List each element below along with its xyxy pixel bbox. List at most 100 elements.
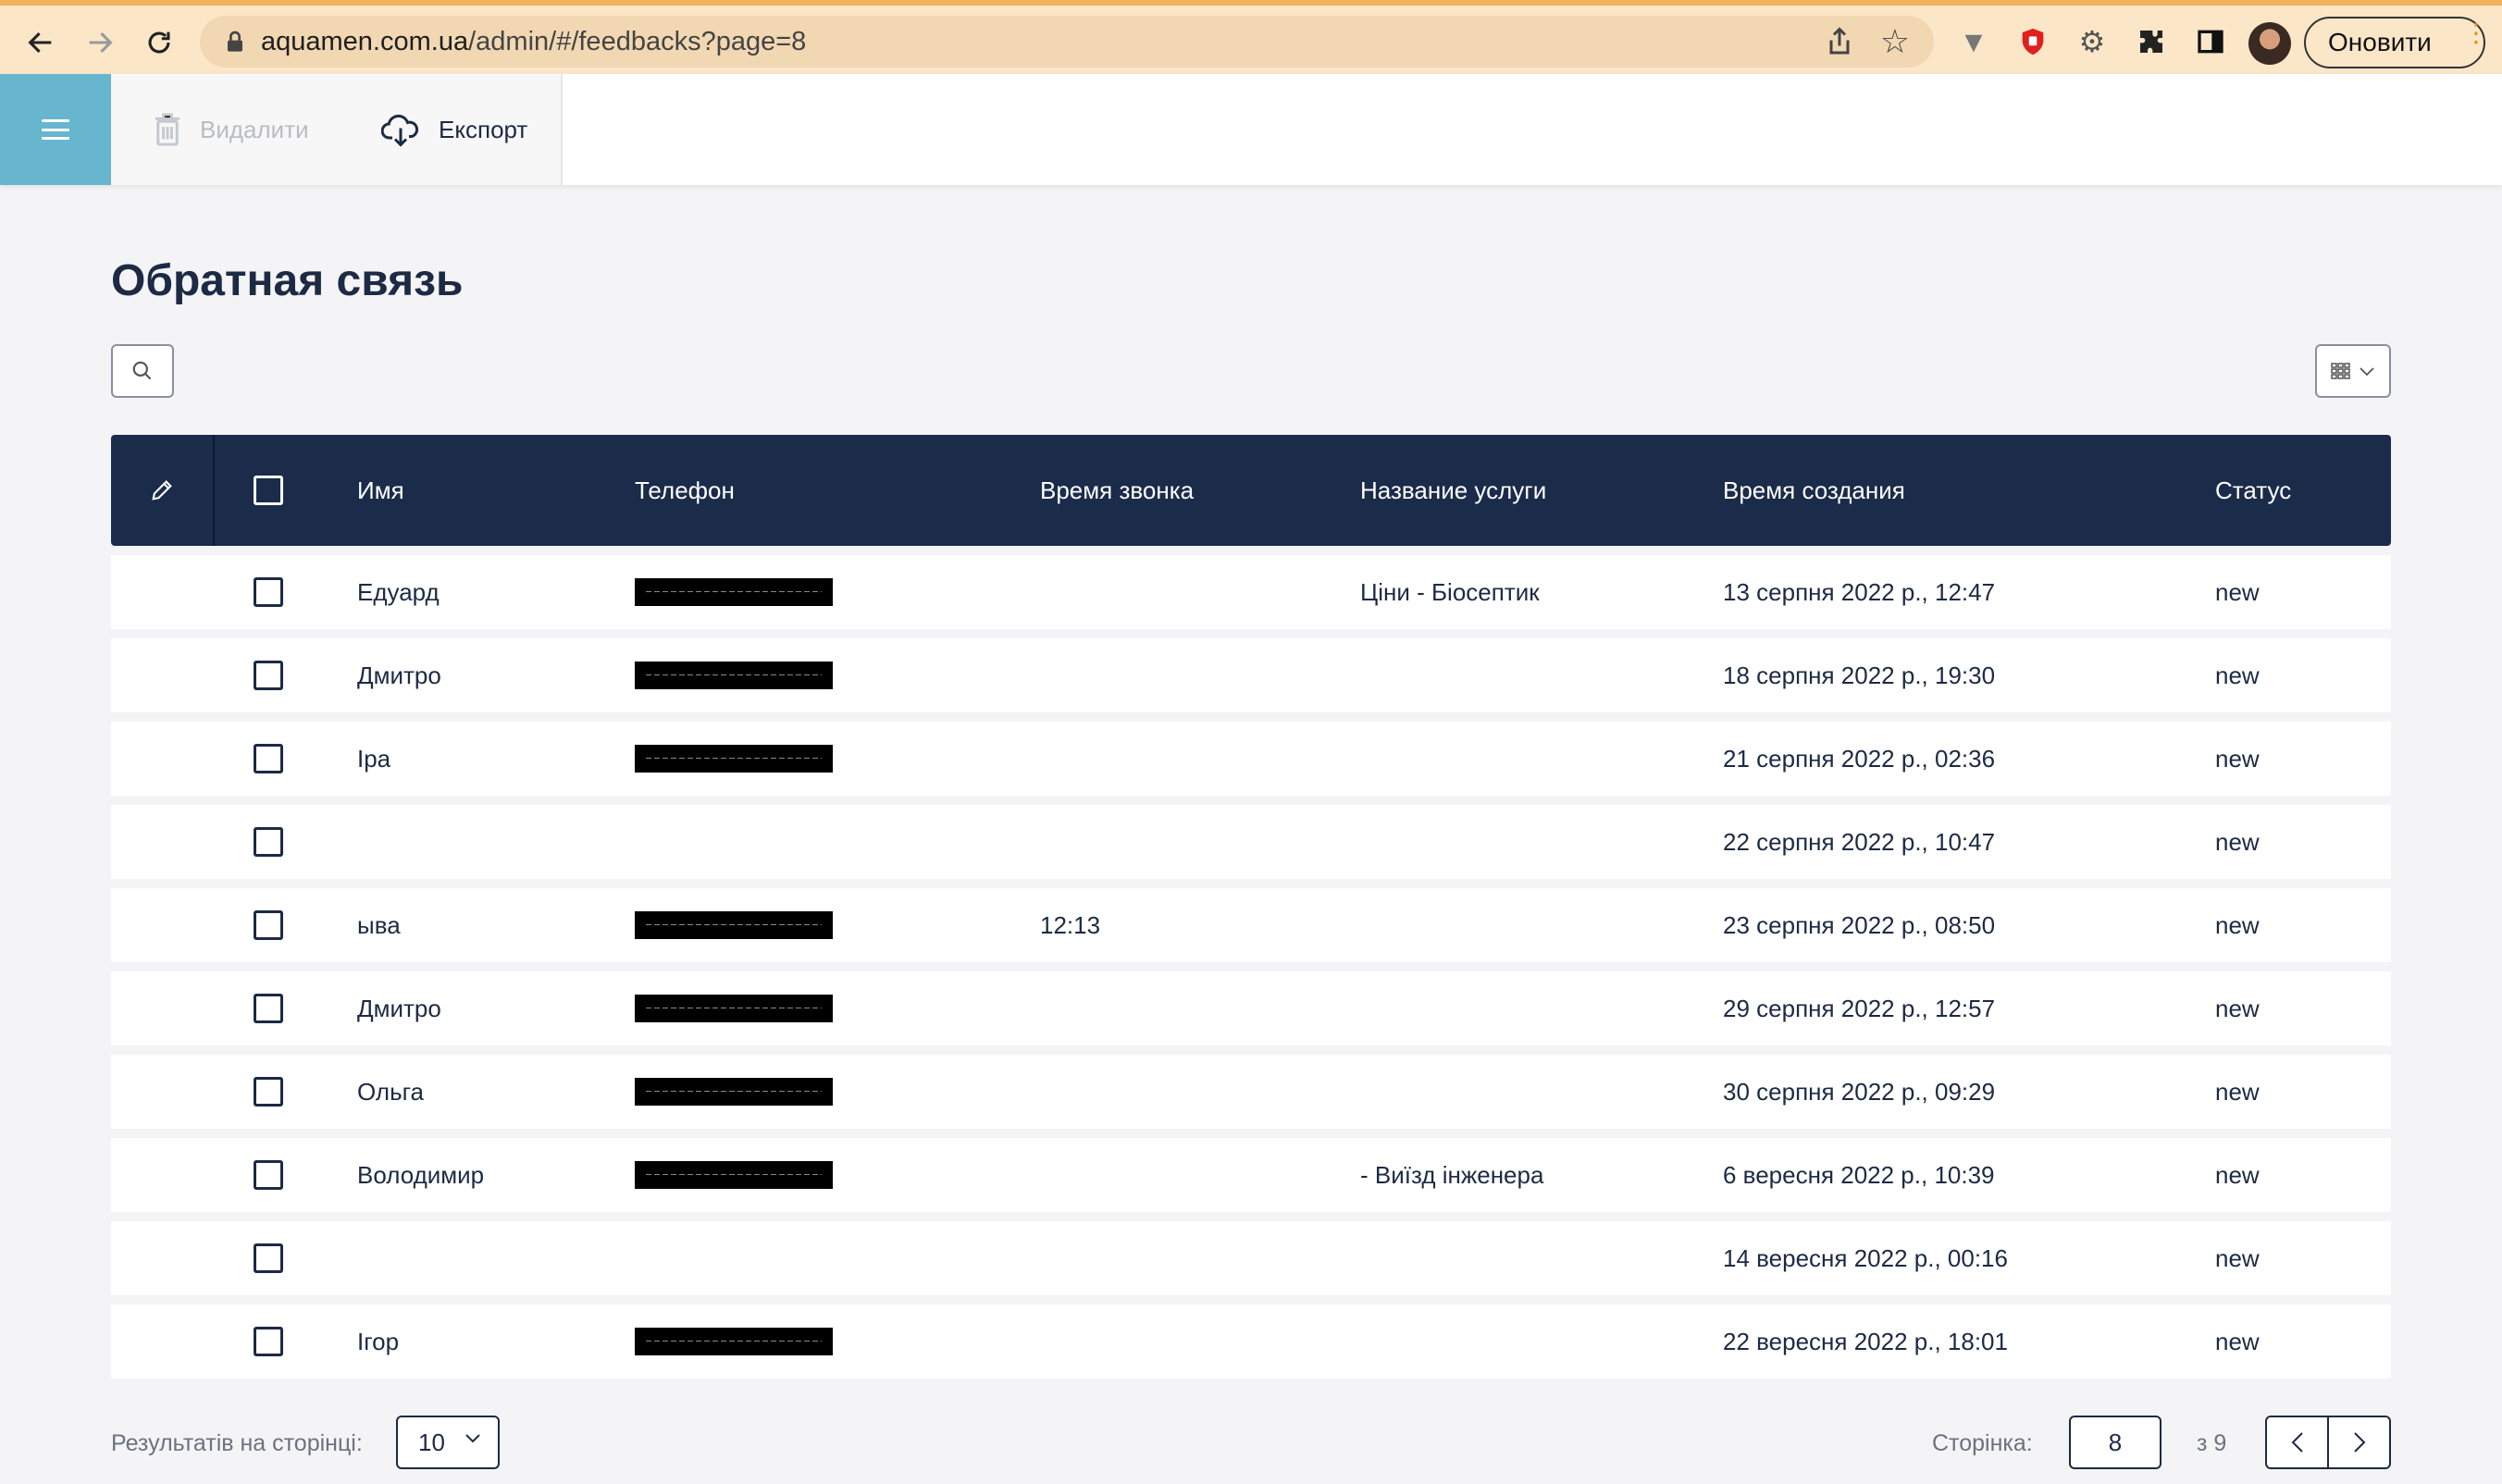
cell-status: new bbox=[2215, 910, 2260, 939]
row-checkbox[interactable] bbox=[254, 744, 283, 773]
row-checkbox-cell bbox=[254, 555, 283, 629]
columns-toggle-button[interactable] bbox=[2315, 344, 2391, 398]
page-number-input[interactable]: 8 bbox=[2069, 1416, 2161, 1469]
cell-created: 30 серпня 2022 р., 09:29 bbox=[1723, 1077, 1996, 1106]
table-row[interactable]: Володимир - Виїзд інженера 6 вересня 2022 … bbox=[111, 1138, 2391, 1212]
table-row[interactable]: Ольга 30 серпня 2022 р., 09:29 new bbox=[111, 1055, 2391, 1129]
row-checkbox-cell bbox=[254, 1138, 283, 1212]
table-body: Едуард Ціни - Біосептик 13 серпня 2022 р.,… bbox=[111, 555, 2391, 1379]
table-row[interactable]: Дмитро 18 серпня 2022 р., 19:30 new bbox=[111, 638, 2391, 712]
cell-phone bbox=[635, 971, 833, 1045]
cell-status: new bbox=[2215, 1077, 2260, 1106]
table-row[interactable]: 14 вересня 2022 р., 00:16 new bbox=[111, 1221, 2391, 1295]
share-icon[interactable] bbox=[1823, 25, 1856, 58]
total-pages: з 9 bbox=[2197, 1430, 2227, 1456]
select-all-checkbox[interactable] bbox=[254, 476, 283, 505]
cell-created: 13 серпня 2022 р., 12:47 bbox=[1723, 577, 1996, 606]
delete-button[interactable]: Видалити bbox=[154, 74, 309, 185]
pagination-bar: Результатів на сторінці: 10 Сторінка: 8 … bbox=[0, 1416, 2502, 1484]
cell-status: new bbox=[2215, 1160, 2260, 1189]
cell-created: 6 вересня 2022 р., 10:39 bbox=[1723, 1160, 1995, 1189]
extension-shield-icon[interactable] bbox=[2013, 22, 2052, 61]
back-button[interactable] bbox=[17, 19, 65, 67]
table-row[interactable]: Іра 21 серпня 2022 р., 02:36 new bbox=[111, 722, 2391, 796]
header-service[interactable]: Название услуги bbox=[1360, 435, 1546, 546]
cell-name: Ігор bbox=[357, 1327, 400, 1355]
address-bar[interactable]: aquamen.com.ua/admin/#/feedbacks?page=8 … bbox=[200, 16, 1934, 68]
page-title: Обратная связь bbox=[111, 256, 464, 305]
next-page-button[interactable] bbox=[2329, 1417, 2389, 1467]
search-icon bbox=[132, 361, 152, 380]
arrow-right-icon bbox=[89, 31, 113, 54]
select-all-cell bbox=[254, 435, 283, 546]
cell-service: - Виїзд інженера bbox=[1360, 1160, 1544, 1189]
header-name[interactable]: Имя bbox=[357, 435, 404, 546]
bookmark-star-icon[interactable]: ☆ bbox=[1880, 23, 1910, 60]
more-vertical-icon: ⋮ bbox=[2463, 19, 2489, 47]
cell-created: 22 вересня 2022 р., 18:01 bbox=[1723, 1327, 2008, 1355]
prev-page-button[interactable] bbox=[2267, 1417, 2329, 1467]
arrow-left-icon bbox=[28, 31, 52, 54]
table-row[interactable]: Ігор 22 вересня 2022 р., 18:01 new bbox=[111, 1305, 2391, 1379]
table-row[interactable]: ыва 12:13 23 серпня 2022 р., 08:50 new bbox=[111, 888, 2391, 962]
profile-avatar[interactable] bbox=[2248, 22, 2291, 65]
per-page-select[interactable]: 10 bbox=[396, 1416, 500, 1469]
update-browser-button[interactable]: Оновити ⋮ bbox=[2304, 17, 2489, 68]
header-phone[interactable]: Телефон bbox=[635, 435, 735, 546]
per-page-label: Результатів на сторінці: bbox=[111, 1430, 363, 1456]
browser-chrome: aquamen.com.ua/admin/#/feedbacks?page=8 … bbox=[0, 0, 2502, 74]
cell-status: new bbox=[2215, 744, 2260, 773]
redacted-phone bbox=[635, 578, 833, 606]
pencil-icon bbox=[152, 480, 172, 501]
pager bbox=[2265, 1416, 2391, 1469]
chevron-right-icon bbox=[2353, 1432, 2365, 1453]
table-row[interactable]: 22 серпня 2022 р., 10:47 new bbox=[111, 805, 2391, 879]
redacted-phone bbox=[635, 1328, 833, 1355]
search-button[interactable] bbox=[111, 344, 174, 398]
cell-phone bbox=[635, 888, 833, 962]
row-checkbox[interactable] bbox=[254, 910, 283, 940]
extension-gear-icon[interactable]: ⚙ bbox=[2073, 22, 2112, 61]
cell-name: Володимир bbox=[357, 1160, 485, 1189]
cell-created: 23 серпня 2022 р., 08:50 bbox=[1723, 910, 1996, 939]
header-created[interactable]: Время создания bbox=[1723, 435, 1905, 546]
page-label: Сторінка: bbox=[1932, 1430, 2033, 1456]
header-status[interactable]: Статус bbox=[2215, 435, 2291, 546]
header-call-time[interactable]: Время звонка bbox=[1040, 435, 1194, 546]
row-checkbox-cell bbox=[254, 722, 283, 796]
row-checkbox[interactable] bbox=[254, 994, 283, 1023]
edit-column-button[interactable] bbox=[111, 435, 215, 546]
redacted-phone bbox=[635, 995, 833, 1022]
side-panel-icon[interactable] bbox=[2191, 22, 2230, 61]
extensions-puzzle-icon[interactable] bbox=[2132, 22, 2171, 61]
table-row[interactable]: Едуард Ціни - Біосептик 13 серпня 2022 р.,… bbox=[111, 555, 2391, 629]
cell-created: 29 серпня 2022 р., 12:57 bbox=[1723, 994, 1996, 1022]
cell-created: 18 серпня 2022 р., 19:30 bbox=[1723, 661, 1996, 689]
cell-status: new bbox=[2215, 661, 2260, 689]
table-row[interactable]: Дмитро 29 серпня 2022 р., 12:57 new bbox=[111, 971, 2391, 1045]
export-button[interactable]: Експорт bbox=[381, 74, 527, 185]
chevron-left-icon bbox=[2291, 1432, 2303, 1453]
extension-v-icon[interactable]: ▼ bbox=[1954, 22, 1993, 61]
cell-status: new bbox=[2215, 994, 2260, 1022]
row-checkbox[interactable] bbox=[254, 827, 283, 857]
row-checkbox[interactable] bbox=[254, 1160, 283, 1190]
menu-toggle-button[interactable] bbox=[0, 74, 111, 185]
cell-status: new bbox=[2215, 1243, 2260, 1272]
reload-button[interactable] bbox=[135, 19, 183, 67]
cell-phone bbox=[635, 638, 833, 712]
row-checkbox[interactable] bbox=[254, 1243, 283, 1273]
cell-status: new bbox=[2215, 1327, 2260, 1355]
chevron-down-icon bbox=[2360, 367, 2374, 377]
forward-button[interactable] bbox=[76, 19, 124, 67]
cell-phone bbox=[635, 1055, 833, 1129]
row-checkbox[interactable] bbox=[254, 1077, 283, 1107]
row-checkbox[interactable] bbox=[254, 577, 283, 607]
cell-status: new bbox=[2215, 577, 2260, 606]
row-checkbox[interactable] bbox=[254, 661, 283, 690]
row-checkbox-cell bbox=[254, 888, 283, 962]
cell-created: 21 серпня 2022 р., 02:36 bbox=[1723, 744, 1996, 773]
redacted-phone bbox=[635, 1078, 833, 1106]
row-checkbox[interactable] bbox=[254, 1327, 283, 1356]
row-checkbox-cell bbox=[254, 638, 283, 712]
